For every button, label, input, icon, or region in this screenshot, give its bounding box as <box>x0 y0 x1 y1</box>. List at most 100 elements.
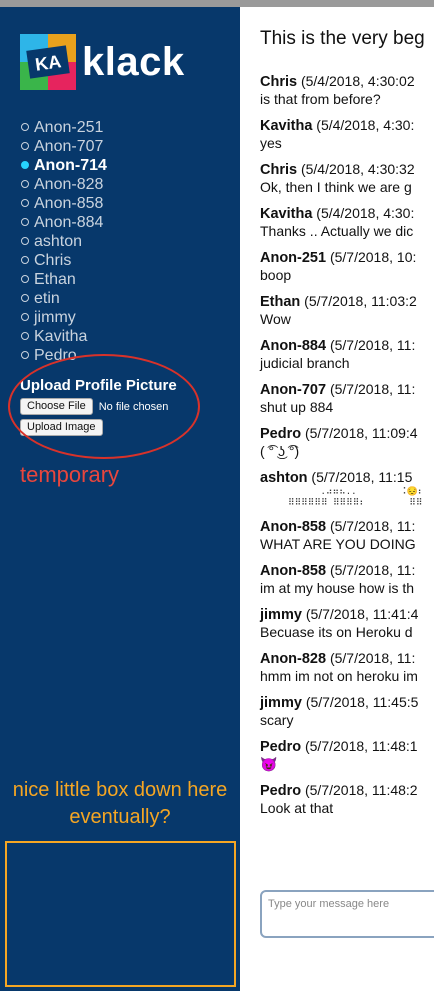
message-author: Kavitha <box>260 118 313 134</box>
message: Pedro (5/7/2018, 11:09:4( ͡° ͜ʖ ͡°) <box>260 425 434 460</box>
message-timestamp: (5/7/2018, 10: <box>329 249 417 265</box>
user-item[interactable]: Anon-884 <box>20 213 107 232</box>
message-header: Kavitha (5/4/2018, 4:30: <box>260 205 434 223</box>
message-author: Pedro <box>260 426 302 442</box>
message-text: scary <box>260 712 294 728</box>
message: Chris (5/4/2018, 4:30:32 Ok, then I think… <box>260 161 434 196</box>
message: jimmy (5/7/2018, 11:41:4 Becuase its on H… <box>260 606 434 641</box>
offline-dot-icon <box>21 313 29 321</box>
message: Anon-858 (5/7/2018, 11: im at my house ho… <box>260 562 434 597</box>
message: Chris (5/4/2018, 4:30:02 is that from bef… <box>260 73 434 108</box>
message-text: is that from before? <box>260 91 381 107</box>
message: Anon-251 (5/7/2018, 10: boop <box>260 249 434 284</box>
user-item[interactable]: Anon-251 <box>20 118 107 137</box>
svg-text:KA: KA <box>34 51 63 74</box>
offline-dot-icon <box>21 332 29 340</box>
offline-dot-icon <box>21 199 29 207</box>
message-text: Ok, then I think we are g <box>260 179 412 195</box>
offline-dot-icon <box>21 294 29 302</box>
user-item[interactable]: Ethan <box>20 270 107 289</box>
user-item[interactable]: Anon-714 <box>20 156 107 175</box>
message-list: Chris (5/4/2018, 4:30:02 is that from bef… <box>260 73 434 826</box>
message: Anon-884 (5/7/2018, 11: judicial branch <box>260 337 434 372</box>
offline-dot-icon <box>21 237 29 245</box>
user-item[interactable]: Kavitha <box>20 327 107 346</box>
message-text: hmm im not on heroku im <box>260 668 418 684</box>
message-timestamp: (5/7/2018, 11: <box>329 650 416 666</box>
user-item[interactable]: Anon-828 <box>20 175 107 194</box>
offline-dot-icon <box>21 218 29 226</box>
klack-logo-icon: KA <box>20 34 76 90</box>
message-header: Anon-828 (5/7/2018, 11: <box>260 650 434 668</box>
message-header: Kavitha (5/4/2018, 4:30: <box>260 117 434 135</box>
annotation-circle <box>8 354 200 459</box>
message-author: Pedro <box>260 783 302 799</box>
message-author: Chris <box>260 74 298 90</box>
message-timestamp: (5/7/2018, 11:48:2 <box>304 782 418 798</box>
offline-dot-icon <box>21 256 29 264</box>
message-text: 😈 <box>260 756 278 772</box>
chat-panel: This is the very beg Chris (5/4/2018, 4:… <box>240 7 434 991</box>
user-name: Ethan <box>34 271 76 288</box>
message-text: Wow <box>260 311 291 327</box>
message-header: Chris (5/4/2018, 4:30:32 <box>260 161 434 179</box>
message-header: jimmy (5/7/2018, 11:45:5 <box>260 694 434 712</box>
message-text: judicial branch <box>260 355 350 371</box>
box-note: nice little box down here eventually? <box>12 779 228 828</box>
user-name: Anon-884 <box>34 214 104 231</box>
message: Kavitha (5/4/2018, 4:30: Thanks .. Actual… <box>260 205 434 240</box>
message-text: boop <box>260 267 292 283</box>
message-ascii-art: .⠴⠶⠦.. ⠨😔⠆ ⠿⠿⠿⠿⠿⠿ ⠿⠿⠿⠿⠆ ⠿⠿ <box>288 487 425 508</box>
message-text: WHAT ARE YOU DOING <box>260 536 416 552</box>
message-timestamp: (5/7/2018, 11:48:1 <box>304 738 418 754</box>
message: Kavitha (5/4/2018, 4:30: yes <box>260 117 434 152</box>
message-timestamp: (5/7/2018, 11:09:4 <box>304 425 418 441</box>
user-item[interactable]: jimmy <box>20 308 107 327</box>
message-timestamp: (5/7/2018, 11: <box>329 518 416 534</box>
offline-dot-icon <box>21 123 29 131</box>
user-list: Anon-251 Anon-707 Anon-714 Anon-828 Anon-858… <box>20 118 107 365</box>
message-author: Ethan <box>260 294 301 310</box>
message-author: Anon-707 <box>260 382 327 398</box>
offline-dot-icon <box>21 142 29 150</box>
message-timestamp: (5/7/2018, 11:03:2 <box>304 293 417 309</box>
app-logo: KA klack <box>20 34 190 90</box>
online-dot-icon <box>21 161 29 169</box>
message: Ethan (5/7/2018, 11:03:2 Wow <box>260 293 434 328</box>
user-name: etin <box>34 290 60 307</box>
message-timestamp: (5/7/2018, 11:41:4 <box>305 606 419 622</box>
message-header: Anon-858 (5/7/2018, 11: <box>260 562 434 580</box>
message-author: jimmy <box>260 607 302 623</box>
welcome-text: This is the very beg <box>260 28 425 49</box>
user-name: Anon-707 <box>34 138 104 155</box>
user-name: Anon-714 <box>34 157 107 174</box>
message-text: Becuase its on Heroku d <box>260 624 413 640</box>
message-header: Anon-884 (5/7/2018, 11: <box>260 337 434 355</box>
message: ashton (5/7/2018, 11:15 .⠴⠶⠦.. ⠨😔⠆ ⠿⠿⠿⠿⠿… <box>260 469 434 509</box>
user-item[interactable]: Anon-707 <box>20 137 107 156</box>
message-timestamp: (5/4/2018, 4:30: <box>316 117 415 133</box>
message-header: ashton (5/7/2018, 11:15 <box>260 469 434 487</box>
browser-top-strip <box>0 0 434 7</box>
message-header: Anon-251 (5/7/2018, 10: <box>260 249 434 267</box>
placeholder-box <box>5 841 236 987</box>
message-input[interactable] <box>260 890 434 938</box>
message-author: Anon-884 <box>260 338 327 354</box>
message-author: Anon-828 <box>260 651 327 667</box>
user-name: Chris <box>34 252 72 269</box>
message-author: Chris <box>260 162 298 178</box>
message-timestamp: (5/7/2018, 11: <box>329 381 416 397</box>
user-item[interactable]: Chris <box>20 251 107 270</box>
message-text: Thanks .. Actually we dic <box>260 223 414 239</box>
message-author: Anon-858 <box>260 519 327 535</box>
user-item[interactable]: etin <box>20 289 107 308</box>
user-item[interactable]: Anon-858 <box>20 194 107 213</box>
message-timestamp: (5/4/2018, 4:30: <box>316 205 415 221</box>
user-name: ashton <box>34 233 83 250</box>
message-author: jimmy <box>260 695 302 711</box>
message-header: Pedro (5/7/2018, 11:48:1 <box>260 738 434 756</box>
user-item[interactable]: ashton <box>20 232 107 251</box>
user-name: jimmy <box>34 309 76 326</box>
user-name: Anon-858 <box>34 195 104 212</box>
message: jimmy (5/7/2018, 11:45:5 scary <box>260 694 434 729</box>
